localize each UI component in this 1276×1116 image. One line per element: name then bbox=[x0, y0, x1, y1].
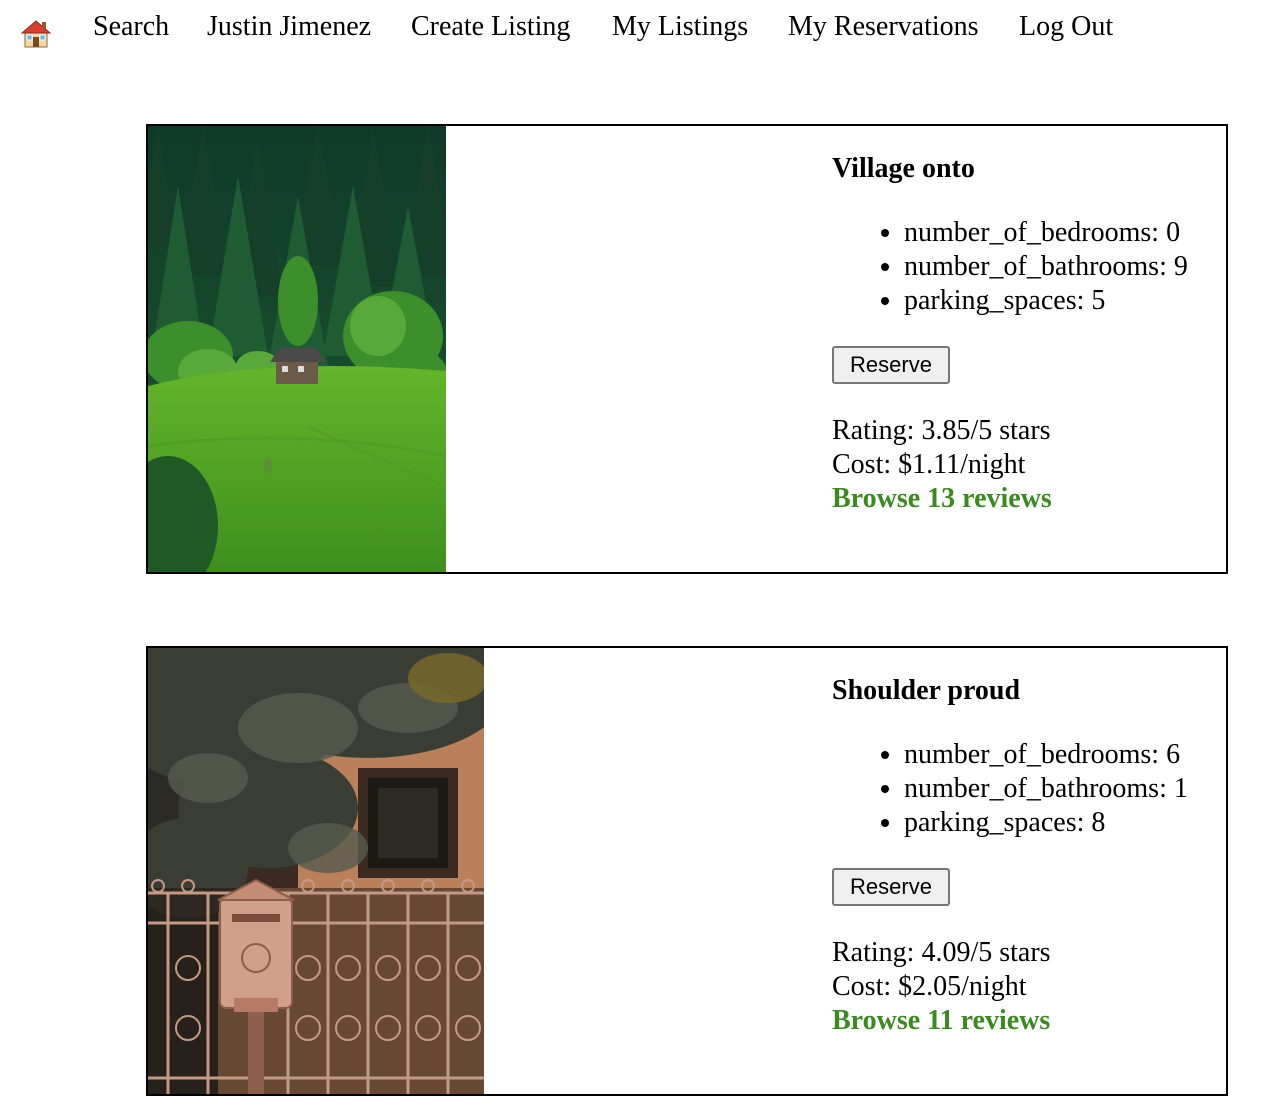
listing-photo bbox=[148, 126, 446, 572]
listing-title: Village onto bbox=[832, 153, 975, 184]
listing-features: number_of_bedrooms: 0 number_of_bathroom… bbox=[832, 216, 1188, 318]
home-link[interactable] bbox=[20, 18, 52, 48]
nav-user-profile[interactable]: Justin Jimenez bbox=[207, 10, 371, 44]
nav-my-reservations[interactable]: My Reservations bbox=[788, 10, 979, 44]
listing-cost: Cost: $1.11/night bbox=[832, 449, 1026, 480]
listing-rating: Rating: 3.85/5 stars bbox=[832, 415, 1051, 446]
reserve-button[interactable]: Reserve bbox=[832, 346, 950, 384]
nav-log-out[interactable]: Log Out bbox=[1019, 10, 1113, 44]
feature-parking: parking_spaces: 8 bbox=[904, 806, 1188, 840]
feature-bathrooms: number_of_bathrooms: 9 bbox=[904, 250, 1188, 284]
feature-bathrooms: number_of_bathrooms: 1 bbox=[904, 772, 1188, 806]
nav-my-listings[interactable]: My Listings bbox=[612, 10, 748, 44]
top-nav: Search Justin Jimenez Create Listing My … bbox=[0, 0, 1276, 56]
listing-title: Shoulder proud bbox=[832, 675, 1021, 706]
browse-reviews-link[interactable]: Browse 13 reviews bbox=[832, 483, 1052, 514]
house-icon bbox=[20, 20, 52, 48]
browse-reviews-link[interactable]: Browse 11 reviews bbox=[832, 1005, 1050, 1036]
listing-cost: Cost: $2.05/night bbox=[832, 971, 1027, 1002]
feature-bedrooms: number_of_bedrooms: 6 bbox=[904, 738, 1188, 772]
listing-card: Village onto number_of_bedrooms: 0 numbe… bbox=[146, 124, 1228, 574]
listing-features: number_of_bedrooms: 6 number_of_bathroom… bbox=[832, 738, 1188, 840]
nav-create-listing[interactable]: Create Listing bbox=[411, 10, 570, 44]
listing-meta: Rating: 3.85/5 stars Cost: $1.11/night B… bbox=[832, 414, 1052, 516]
listing-rating: Rating: 4.09/5 stars bbox=[832, 937, 1051, 968]
listing-meta: Rating: 4.09/5 stars Cost: $2.05/night B… bbox=[832, 936, 1051, 1038]
listing-card: Shoulder proud number_of_bedrooms: 6 num… bbox=[146, 646, 1228, 1096]
nav-search[interactable]: Search bbox=[93, 10, 169, 44]
feature-parking: parking_spaces: 5 bbox=[904, 284, 1188, 318]
reserve-button[interactable]: Reserve bbox=[832, 868, 950, 906]
listing-photo bbox=[148, 648, 484, 1094]
feature-bedrooms: number_of_bedrooms: 0 bbox=[904, 216, 1188, 250]
